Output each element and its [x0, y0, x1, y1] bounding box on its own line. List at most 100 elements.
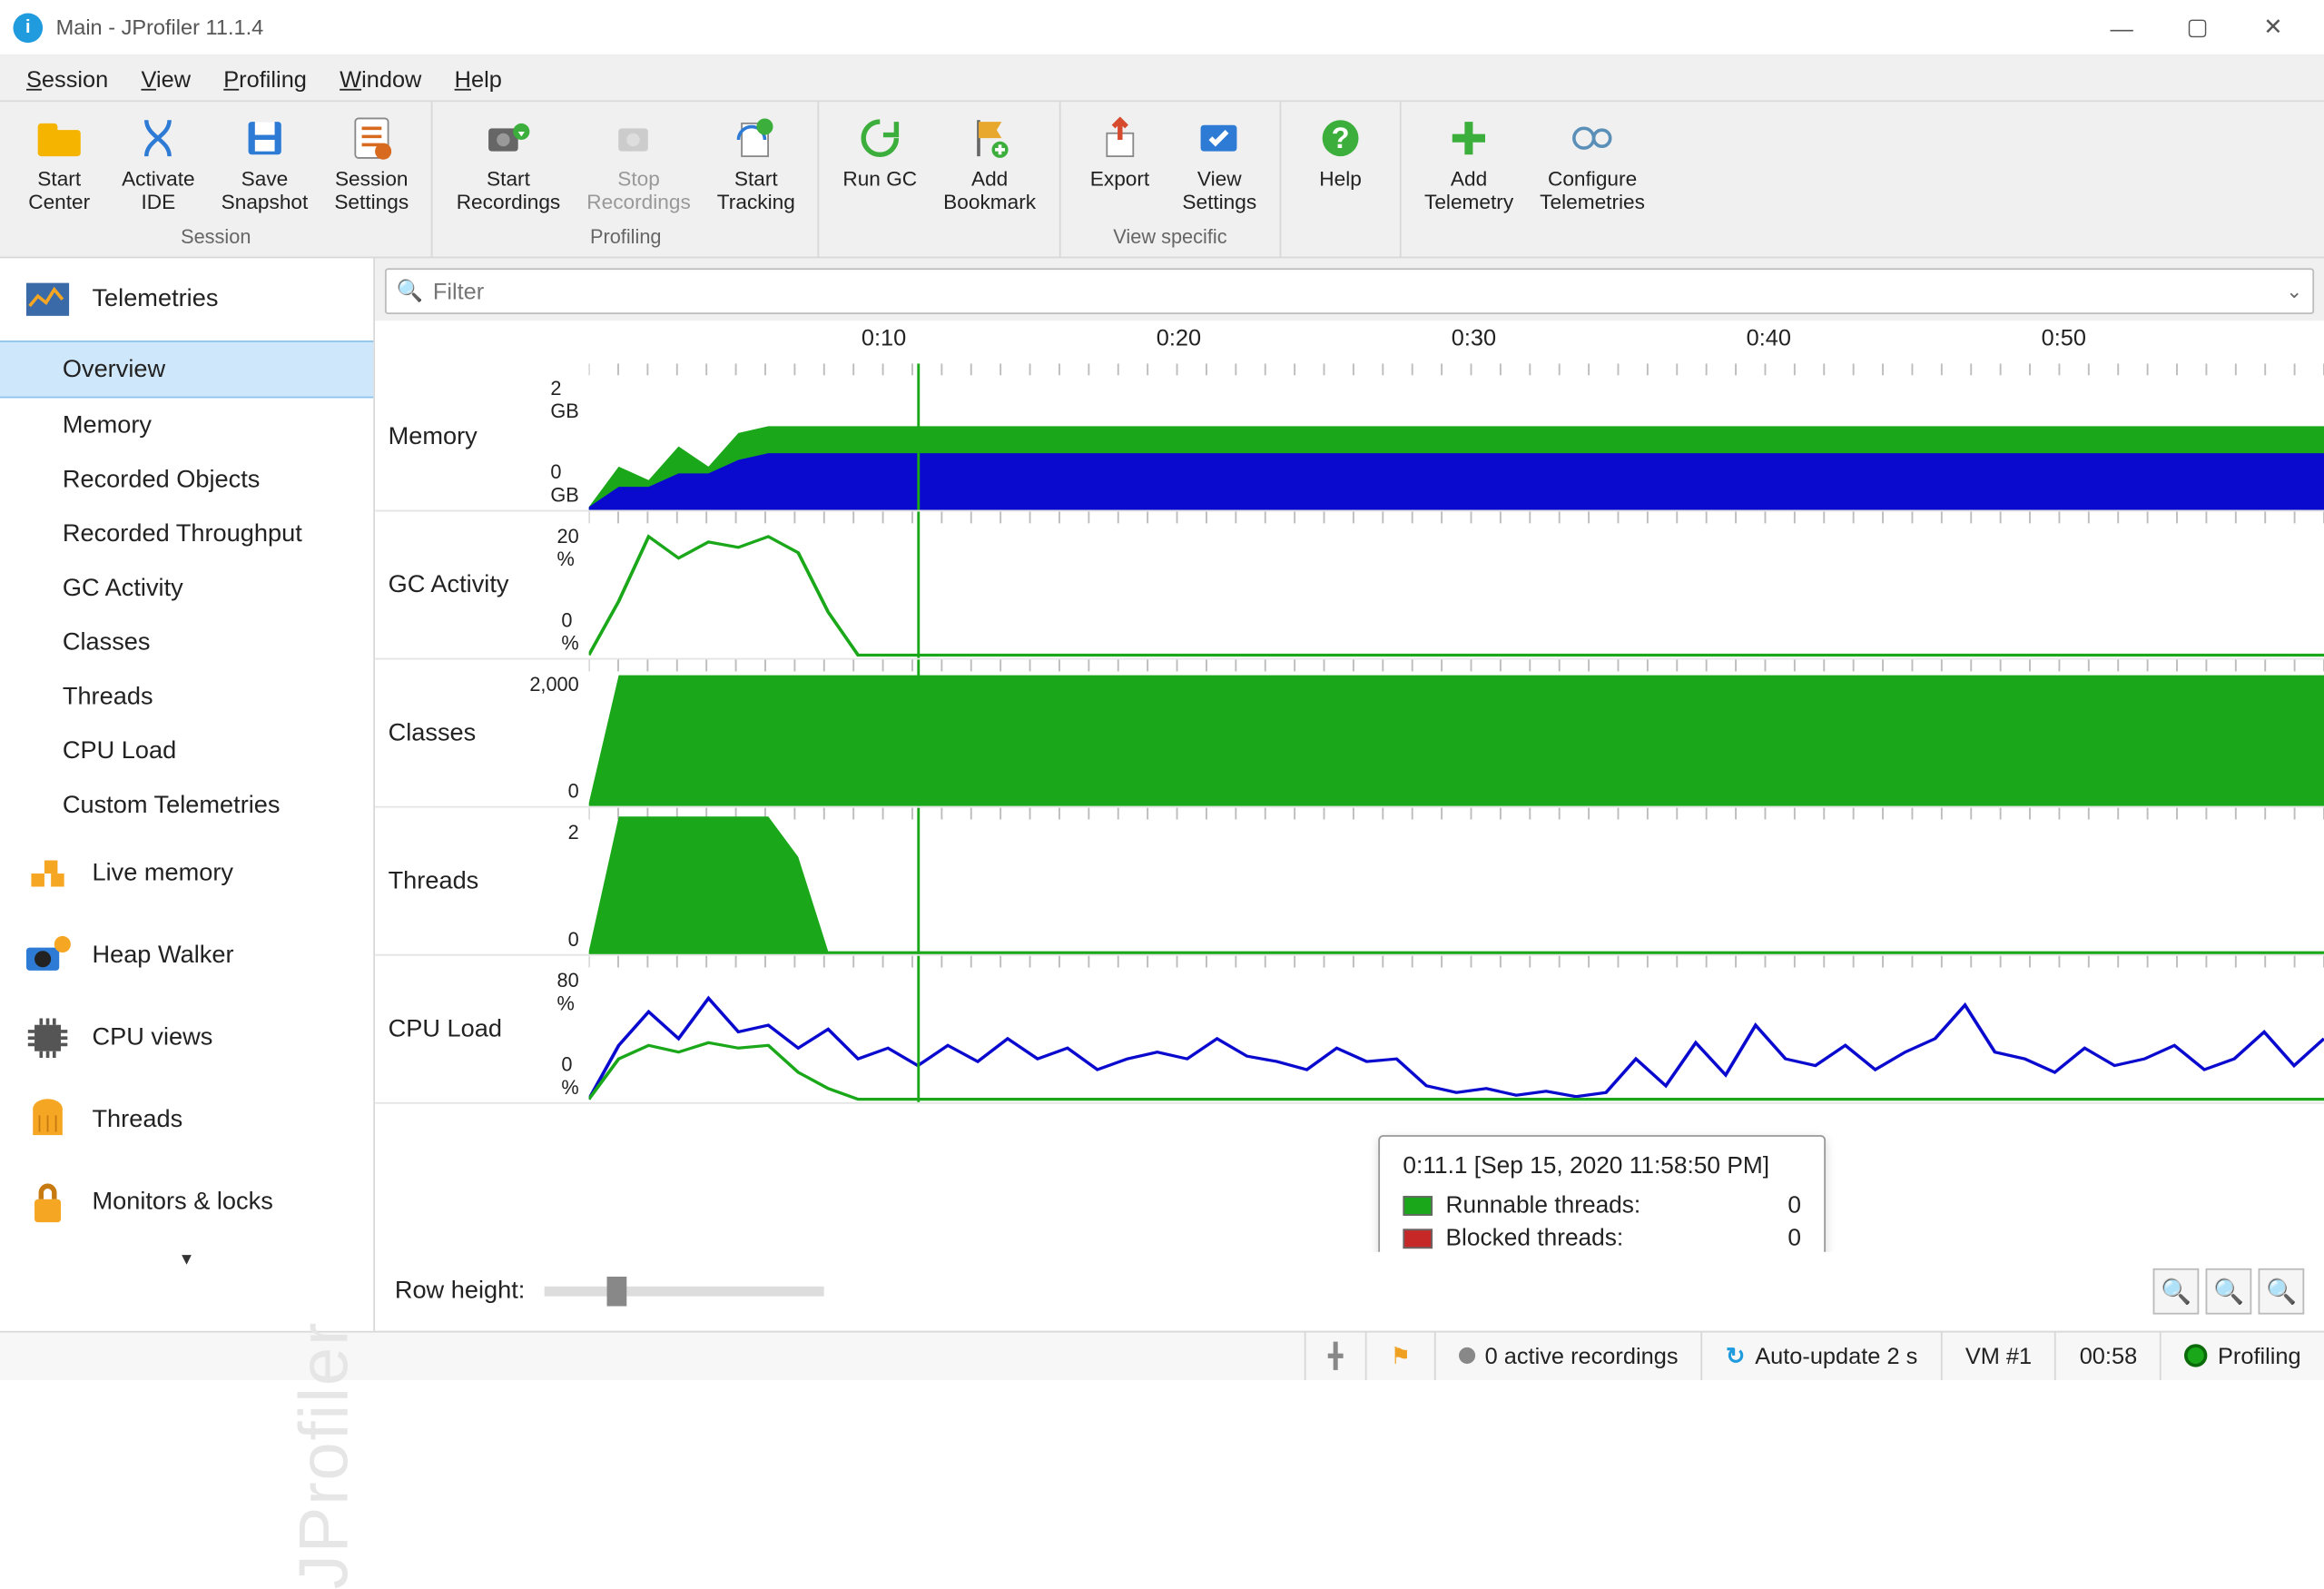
save-icon — [238, 115, 290, 162]
menu-view[interactable]: View — [124, 60, 207, 96]
ribbon-group-label: Session — [181, 222, 251, 252]
menu-profiling[interactable]: Profiling — [207, 60, 323, 96]
chart-plot[interactable]: 2 GB0 GB — [589, 363, 2324, 509]
chart-plot[interactable]: 20 — [589, 807, 2324, 953]
ribbon-group-label: Profiling — [590, 222, 662, 252]
chart-tooltip: 0:11.1 [Sep 15, 2020 11:58:50 PM] Runnabl… — [1378, 1135, 1826, 1252]
stop-recordings-button: StopRecordings — [574, 109, 704, 222]
tooltip-row: Blocked threads:0 — [1403, 1222, 1801, 1252]
app-icon: i — [13, 13, 43, 43]
status-mode[interactable]: Profiling — [2161, 1332, 2324, 1380]
dna-icon — [132, 115, 184, 162]
sidebar-item-recorded-objects[interactable]: Recorded Objects — [0, 452, 373, 507]
maximize-button[interactable]: ▢ — [2160, 3, 2235, 52]
configure-telemetries-button[interactable]: ConfigureTelemetries — [1527, 109, 1659, 222]
session-settings-button[interactable]: SessionSettings — [321, 109, 422, 222]
menu-session[interactable]: Session — [10, 60, 124, 96]
minimize-button[interactable]: — — [2083, 3, 2159, 52]
legend-swatch — [1403, 1196, 1433, 1216]
status-recordings[interactable]: 0 active recordings — [1433, 1332, 1700, 1380]
close-button[interactable]: ✕ — [2235, 3, 2310, 52]
gears-icon — [1566, 115, 1619, 162]
time-axis: 0:100:200:300:400:50 — [589, 321, 2324, 363]
sidebar-more-icon[interactable]: ▾ — [0, 1243, 373, 1273]
filter-input[interactable] — [433, 278, 2277, 304]
sidebar-item-gc-activity[interactable]: GC Activity — [0, 560, 373, 615]
threads-icon — [23, 1095, 72, 1144]
sidebar-cat-live-memory[interactable]: Live memory — [0, 832, 373, 914]
status-flag[interactable]: ⚑ — [1365, 1332, 1433, 1380]
sidebar-item-classes[interactable]: Classes — [0, 615, 373, 669]
chart-row-gc-activity[interactable]: GC Activity20 %0 % — [375, 511, 2324, 659]
cpu-views-icon — [23, 1013, 72, 1062]
time-tick: 0:50 — [2042, 323, 2086, 350]
track-icon — [730, 115, 783, 162]
chart-row-classes[interactable]: Classes2,0000 — [375, 659, 2324, 807]
ribbon-group-label: View specific — [1113, 222, 1226, 252]
start-center-button[interactable]: StartCenter — [10, 109, 109, 222]
filter-dropdown-icon[interactable]: ⌄ — [2276, 280, 2302, 302]
tooltip-row: Runnable threads:0 — [1403, 1189, 1801, 1221]
telemetries-icon — [23, 274, 72, 323]
vsettings-icon — [1193, 115, 1246, 162]
menu-help[interactable]: Help — [438, 60, 518, 96]
menu-window[interactable]: Window — [323, 60, 438, 96]
sidebar-cat-cpu-views[interactable]: CPU views — [0, 996, 373, 1079]
sidebar-item-overview[interactable]: Overview — [0, 340, 373, 398]
sidebar-item-threads[interactable]: Threads — [0, 669, 373, 724]
time-tick: 0:40 — [1747, 323, 1791, 350]
chart-plot[interactable]: 2,0000 — [589, 659, 2324, 805]
status-vm[interactable]: VM #1 — [1941, 1332, 2055, 1380]
monitors-locks-icon — [23, 1178, 72, 1227]
checklist-icon — [345, 115, 398, 162]
status-add[interactable]: ╋ — [1304, 1332, 1365, 1380]
export-button[interactable]: Export — [1070, 109, 1169, 222]
recycle-icon — [853, 115, 906, 162]
activate-ide-button[interactable]: ActivateIDE — [109, 109, 209, 222]
svg-text:?: ? — [1332, 121, 1350, 154]
status-autoupdate[interactable]: ↻Auto-update 2 s — [1701, 1332, 1941, 1380]
ribbon-group-label — [937, 222, 942, 252]
sidebar-cat-monitors-locks[interactable]: Monitors & locks — [0, 1161, 373, 1244]
chart-row-threads[interactable]: Threads20 — [375, 807, 2324, 955]
sidebar-item-memory[interactable]: Memory — [0, 398, 373, 452]
sidebar-cat-threads[interactable]: Threads — [0, 1079, 373, 1161]
sidebar-cat-heap-walker[interactable]: Heap Walker — [0, 914, 373, 997]
chart-plot[interactable]: 80 %0 % — [589, 955, 2324, 1101]
save-snapshot-button[interactable]: SaveSnapshot — [208, 109, 321, 222]
folder-icon — [33, 115, 85, 162]
stop-icon — [613, 115, 665, 162]
status-time: 00:58 — [2055, 1332, 2161, 1380]
flagplus-icon — [963, 115, 1016, 162]
run-gc-button[interactable]: Run GC — [830, 109, 931, 222]
row-height-control: Row height: 🔍 🔍 🔍 — [375, 1252, 2324, 1331]
sidebar-cat-telemetries[interactable]: Telemetries — [0, 258, 373, 340]
zoom-fit-button[interactable]: 🔍 — [2259, 1268, 2305, 1315]
legend-swatch — [1403, 1229, 1433, 1248]
chart-row-memory[interactable]: Memory2 GB0 GB — [375, 363, 2324, 511]
live-memory-icon — [23, 848, 72, 897]
filter-box[interactable]: 🔍 ⌄ — [385, 268, 2314, 314]
start-tracking-button[interactable]: StartTracking — [704, 109, 808, 222]
titlebar: i Main - JProfiler 11.1.4 — ▢ ✕ — [0, 0, 2324, 56]
start-recordings-button[interactable]: StartRecordings — [443, 109, 574, 222]
sidebar-item-cpu-load[interactable]: CPU Load — [0, 724, 373, 778]
row-height-slider[interactable] — [545, 1287, 824, 1297]
help-button[interactable]: ?Help — [1291, 109, 1390, 199]
zoom-out-button[interactable]: 🔍 — [2206, 1268, 2252, 1315]
tooltip-time: 0:11.1 [Sep 15, 2020 11:58:50 PM] — [1403, 1153, 1801, 1179]
zoom-in-button[interactable]: 🔍 — [2153, 1268, 2200, 1315]
sidebar-item-custom-telemetries[interactable]: Custom Telemetries — [0, 778, 373, 833]
ribbon-group-label — [1531, 222, 1537, 252]
ribbon-group-label — [1338, 198, 1344, 229]
chart-row-cpu-load[interactable]: CPU Load80 %0 % — [375, 955, 2324, 1103]
search-icon: 🔍 — [397, 278, 423, 304]
chart-plot[interactable]: 20 %0 % — [589, 511, 2324, 657]
main-area: 🔍 ⌄ 0:100:200:300:400:50Memory2 GB0 GBGC… — [375, 258, 2324, 1331]
time-tick: 0:20 — [1157, 323, 1201, 350]
view-settings-button[interactable]: ViewSettings — [1169, 109, 1270, 222]
sidebar-item-recorded-throughput[interactable]: Recorded Throughput — [0, 507, 373, 561]
add-telemetry-button[interactable]: AddTelemetry — [1412, 109, 1527, 222]
add-bookmark-button[interactable]: AddBookmark — [931, 109, 1049, 222]
sidebar: TelemetriesOverviewMemoryRecorded Object… — [0, 258, 375, 1331]
